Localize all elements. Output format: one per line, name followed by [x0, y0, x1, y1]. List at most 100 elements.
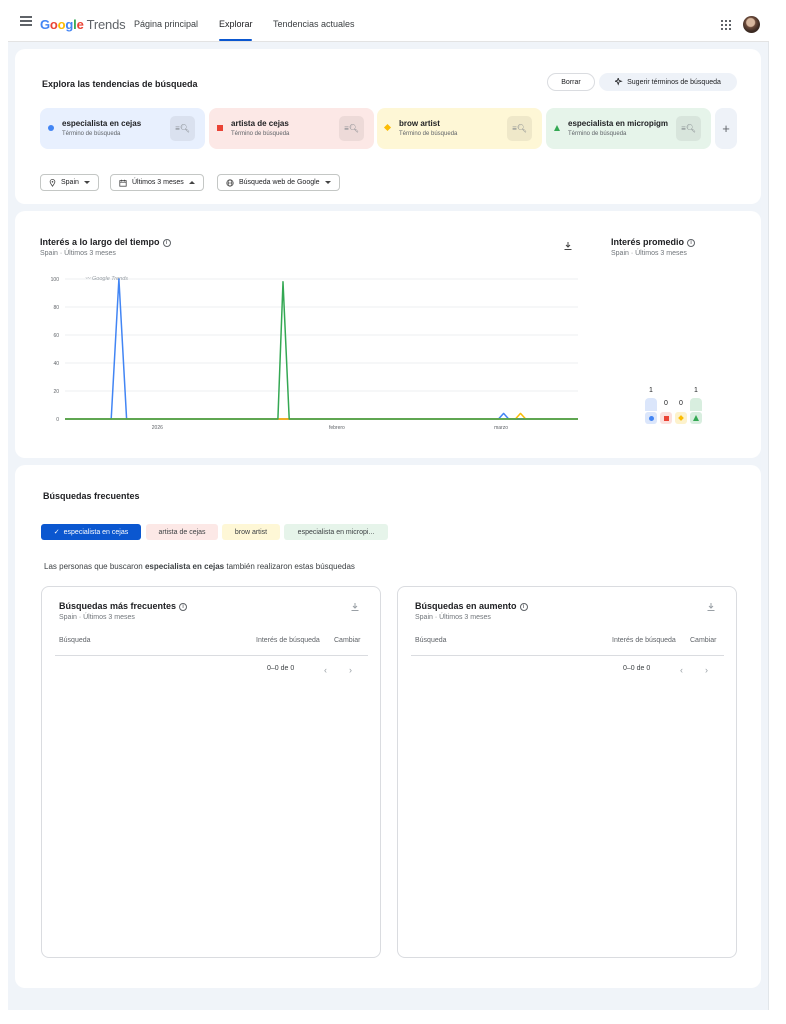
- period-filter[interactable]: Últimos 3 meses: [110, 174, 204, 191]
- pager-status: 0–0 de 0: [623, 665, 651, 672]
- pager-status: 0–0 de 0: [267, 665, 295, 672]
- menu-icon[interactable]: [20, 16, 32, 26]
- chip-label: especialista en cejas: [63, 528, 129, 536]
- chip-term-4[interactable]: especialista en micropi...: [284, 524, 388, 540]
- chip-term-1[interactable]: ✓ especialista en cejas: [41, 524, 141, 540]
- trends-app: Google Trends Página principal Explorar T…: [8, 0, 769, 1010]
- logo-product: Trends: [86, 17, 126, 32]
- nav-explore[interactable]: Explorar: [219, 19, 253, 29]
- average-value-label: 0: [664, 400, 668, 407]
- related-title: Búsquedas frecuentes: [43, 491, 140, 501]
- y-tick-label: 40: [53, 361, 59, 367]
- chip-term-2[interactable]: artista de cejas: [146, 524, 218, 540]
- add-term-button[interactable]: +: [715, 108, 737, 149]
- average-interest-title: Interés promedio i: [611, 237, 696, 247]
- related-description: Las personas que buscaron especialista e…: [44, 562, 355, 571]
- col-query: Búsqueda: [59, 637, 91, 644]
- search-term-3[interactable]: brow artist Término de búsqueda ≡🔍︎: [377, 108, 542, 149]
- average-marker-tile: [675, 412, 687, 424]
- y-tick-label: 60: [53, 333, 59, 339]
- chevron-down-icon: [83, 181, 90, 184]
- download-icon[interactable]: [563, 241, 573, 251]
- search-term-1[interactable]: especialista en cejas Término de búsqued…: [40, 108, 205, 149]
- google-trends-watermark: 〰 Google Trends: [85, 276, 128, 282]
- search-term-2[interactable]: artista de cejas Término de búsqueda ≡🔍︎: [209, 108, 374, 149]
- term-marker-diamond-icon: [678, 415, 684, 421]
- google-apps-icon[interactable]: [721, 20, 731, 30]
- rising-searches-title: Búsquedas en aumento i: [415, 601, 528, 611]
- search-term-options-icon[interactable]: ≡🔍︎: [676, 116, 701, 141]
- average-value-label: 0: [679, 400, 683, 407]
- series-line: [65, 281, 578, 420]
- location-pin-icon: [49, 178, 56, 187]
- term-type: Término de búsqueda: [62, 131, 121, 137]
- region-filter[interactable]: Spain: [40, 174, 99, 191]
- related-searches-card: Búsquedas frecuentes ✓ especialista en ce…: [15, 465, 761, 988]
- y-tick-label: 100: [51, 277, 60, 283]
- top-searches-title: Búsquedas más frecuentes i: [59, 601, 188, 611]
- nav-active-indicator: [219, 39, 252, 41]
- chevron-right-icon[interactable]: ›: [349, 665, 352, 675]
- term-name: brow artist: [399, 119, 440, 128]
- account-avatar[interactable]: [743, 16, 760, 33]
- info-icon[interactable]: i: [162, 238, 171, 247]
- chevron-left-icon[interactable]: ‹: [680, 665, 683, 675]
- chevron-left-icon[interactable]: ‹: [324, 665, 327, 675]
- interest-subtitle: Spain · Últimos 3 meses: [40, 250, 116, 257]
- col-query: Búsqueda: [415, 637, 447, 644]
- nav-home[interactable]: Página principal: [134, 19, 198, 29]
- interest-line-chart: 0 20 40 60 80 100 2026 febrero marzo 〰 Google Tre…: [51, 276, 578, 431]
- clear-button[interactable]: Borrar: [547, 73, 595, 91]
- term-type: Término de búsqueda: [399, 131, 458, 137]
- average-value-label: 1: [694, 387, 698, 394]
- nav-trending-now[interactable]: Tendencias actuales: [273, 19, 355, 29]
- chip-term-3[interactable]: brow artist: [222, 524, 280, 540]
- interest-title: Interés a lo largo del tiempo i: [40, 237, 171, 247]
- calendar-icon: [119, 179, 127, 187]
- x-tick-label: 2026: [152, 425, 163, 431]
- term-type: Término de búsqueda: [231, 131, 290, 137]
- interest-title-text: Interés a lo largo del tiempo: [40, 237, 160, 247]
- interest-card: Interés a lo largo del tiempo i Spain · Ú…: [15, 211, 761, 458]
- desc-suffix: también realizaron estas búsquedas: [224, 562, 355, 571]
- region-filter-label: Spain: [61, 179, 79, 186]
- y-tick-label: 80: [53, 305, 59, 311]
- search-term-4[interactable]: especialista en micropigm Término de bús…: [546, 108, 711, 149]
- term-name: artista de cejas: [231, 119, 289, 128]
- y-tick-label: 0: [56, 417, 59, 423]
- search-term-options-icon[interactable]: ≡🔍︎: [339, 116, 364, 141]
- rising-searches-subtitle: Spain · Últimos 3 meses: [415, 614, 491, 621]
- search-term-options-icon[interactable]: ≡🔍︎: [170, 116, 195, 141]
- google-trends-logo[interactable]: Google Trends: [40, 17, 126, 32]
- check-icon: ✓: [53, 529, 60, 536]
- average-marker-tile: [645, 412, 657, 424]
- info-icon[interactable]: i: [687, 238, 696, 247]
- average-marker-tile: [690, 412, 702, 424]
- chevron-right-icon[interactable]: ›: [705, 665, 708, 675]
- search-term-options-icon[interactable]: ≡🔍︎: [507, 116, 532, 141]
- term-name: especialista en micropigm: [568, 119, 669, 128]
- suggest-terms-button[interactable]: Sugerir términos de búsqueda: [599, 73, 737, 91]
- table-divider: [411, 655, 724, 656]
- term-marker-triangle-icon: [554, 125, 560, 131]
- sparkle-icon: [615, 78, 623, 86]
- rising-searches-table: Búsquedas en aumento i Spain · Últimos 3 …: [397, 586, 737, 958]
- average-bar: [645, 398, 657, 411]
- download-icon[interactable]: [706, 602, 716, 612]
- download-icon[interactable]: [350, 602, 360, 612]
- term-type: Término de búsqueda: [568, 131, 627, 137]
- source-filter-label: Búsqueda web de Google: [239, 179, 320, 186]
- globe-icon: [226, 178, 234, 187]
- logo-brand: Google: [40, 17, 84, 32]
- info-icon[interactable]: i: [519, 602, 528, 611]
- period-filter-label: Últimos 3 meses: [132, 179, 184, 186]
- term-marker-square-icon: [217, 125, 223, 131]
- suggest-terms-label: Sugerir términos de búsqueda: [627, 78, 721, 86]
- explore-title: Explora las tendencias de búsqueda: [42, 79, 198, 89]
- info-icon[interactable]: i: [179, 602, 188, 611]
- col-change: Cambiar: [690, 637, 717, 644]
- source-filter[interactable]: Búsqueda web de Google: [217, 174, 340, 191]
- average-interest-title-text: Interés promedio: [611, 237, 685, 247]
- average-value-label: 1: [649, 387, 653, 394]
- chevron-up-icon: [188, 181, 195, 184]
